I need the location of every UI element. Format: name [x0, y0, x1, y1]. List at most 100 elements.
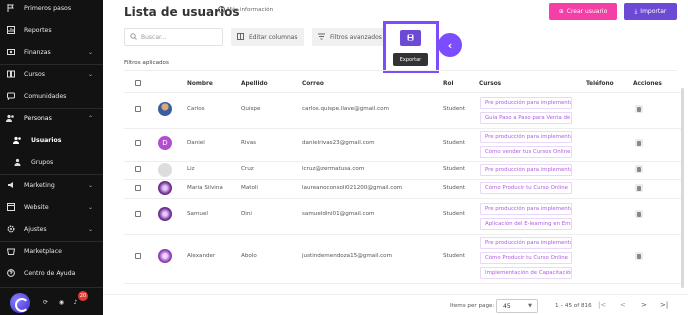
cell-rol: Student [443, 253, 466, 259]
prev-page-icon[interactable]: < [620, 301, 626, 309]
divider [0, 64, 103, 65]
chevron-down-icon: ⌄ [87, 48, 93, 56]
course-chip[interactable]: Pre producción para implementación de Cu… [480, 237, 572, 249]
refresh-icon[interactable]: ⟳ [42, 299, 49, 306]
sidebar-item-comunidades[interactable]: Comunidades [0, 88, 103, 104]
create-user-label: Crear usuario [566, 8, 608, 15]
trash-icon[interactable] [635, 252, 643, 260]
row-divider [124, 198, 684, 199]
cell-apellido: Matoli [241, 185, 258, 191]
cell-correo: danielrivas23@gmail.com [302, 140, 375, 146]
row-checkbox[interactable] [135, 253, 141, 259]
sidebar-item-label: Usuarios [31, 136, 62, 144]
sidebar-item-usuarios[interactable]: Usuarios [0, 132, 103, 148]
trash-icon[interactable] [635, 105, 643, 113]
sidebar-item-marketing[interactable]: Marketing ⌄ [0, 177, 103, 193]
import-button[interactable]: ⤓ Importar [624, 3, 677, 20]
sidebar-item-label: Centro de Ayuda [24, 269, 76, 277]
cell-correo: laureanoconsoli021200@gmail.com [302, 185, 403, 191]
location-icon[interactable]: ◉ [58, 299, 65, 306]
search-icon [130, 32, 137, 42]
sidebar-item-cursos[interactable]: Cursos ⌄ [0, 66, 103, 82]
course-chip[interactable]: Pre producción para implementación de Cu… [480, 131, 572, 143]
chart-icon [6, 26, 15, 35]
groups-icon [13, 158, 22, 167]
next-page-icon[interactable]: > [641, 301, 647, 309]
advanced-filters-button[interactable]: Filtros avanzados [312, 28, 390, 46]
row-divider [124, 234, 684, 235]
back-arrow-icon[interactable]: ‹ [438, 33, 462, 57]
course-chip[interactable]: Pre producción para implementación de Cu… [480, 203, 572, 215]
cell-nombre: Liz [187, 166, 195, 172]
row-checkbox[interactable] [135, 185, 141, 191]
avatar [158, 163, 172, 177]
divider [0, 241, 103, 242]
chevron-down-icon: ⌄ [87, 181, 93, 189]
edit-columns-button[interactable]: Editar columnas [231, 28, 304, 46]
trash-icon[interactable] [635, 139, 643, 147]
sidebar-item-reportes[interactable]: Reportes [0, 22, 103, 38]
row-checkbox[interactable] [135, 211, 141, 217]
sidebar-item-label: Ajustes [24, 225, 47, 233]
row-checkbox[interactable] [135, 106, 141, 112]
items-per-page-select[interactable]: 45 ▼ [496, 299, 538, 313]
pagination: Items per page: 45 ▼ 1 – 45 of 816 |< < … [103, 294, 688, 315]
row-checkbox[interactable] [135, 140, 141, 146]
marketplace-icon [6, 247, 15, 256]
edit-columns-label: Editar columnas [249, 33, 298, 41]
trash-icon[interactable] [635, 184, 643, 192]
sidebar-item-marketplace[interactable]: Marketplace [0, 243, 103, 259]
search-input[interactable]: Buscar... [124, 28, 223, 46]
column-header-rol[interactable]: Rol [443, 81, 453, 87]
create-user-button[interactable]: ⊕ Crear usuario [549, 3, 617, 20]
last-page-icon[interactable]: >| [660, 301, 668, 309]
sidebar-item-primeros-pasos[interactable]: Primeros pasos [0, 0, 103, 16]
avatar [158, 181, 172, 195]
items-per-page-value: 45 [503, 303, 511, 310]
course-chip[interactable]: Pre producción para implementación de Cu… [480, 97, 572, 109]
course-chip[interactable]: Cómo vender tus Cursos Online [480, 146, 572, 158]
column-header-acciones: Acciones [633, 81, 662, 87]
cell-rol: Student [443, 185, 466, 191]
column-header-telefono[interactable]: Teléfono [586, 81, 614, 87]
avatar [158, 207, 172, 221]
trash-icon[interactable] [635, 210, 643, 218]
course-chip[interactable]: Guía Paso a Paso para Venta de Cursos On… [480, 112, 572, 124]
cell-apellido: Cruz [241, 166, 254, 172]
avatar: D [158, 136, 172, 150]
column-header-nombre[interactable]: Nombre [187, 81, 213, 87]
sidebar-item-website[interactable]: Website ⌄ [0, 199, 103, 215]
trash-icon[interactable] [635, 165, 643, 173]
column-header-apellido[interactable]: Apellido [241, 81, 268, 87]
bell-icon[interactable]: ♪ [72, 299, 79, 306]
select-all-checkbox[interactable] [135, 80, 141, 86]
sidebar-item-personas[interactable]: Personas ⌃ [0, 110, 103, 126]
course-chip[interactable]: Cómo Producir tu Curso Online [480, 182, 572, 194]
divider [124, 70, 677, 71]
sidebar-item-centro-de-ayuda[interactable]: Centro de Ayuda [0, 265, 103, 281]
sidebar-item-finanzas[interactable]: Finanzas ⌄ [0, 44, 103, 60]
more-info-link[interactable]: ? Más información [218, 6, 273, 13]
course-chip[interactable]: Implementación de Capacitación Online [480, 267, 572, 279]
sidebar-item-label: Marketing [24, 181, 55, 189]
table-scrollbar[interactable] [681, 88, 684, 288]
main-content: Lista de usuarios ? Más información ⊕ Cr… [103, 0, 688, 315]
sidebar-item-label: Grupos [31, 158, 54, 166]
sidebar-item-ajustes[interactable]: Ajustes ⌄ [0, 221, 103, 237]
course-chip[interactable]: Aplicación del E-learning en Empresas [480, 218, 572, 230]
community-icon [6, 92, 15, 101]
export-button[interactable] [400, 30, 421, 46]
chevron-down-icon: ⌄ [87, 225, 93, 233]
column-header-correo[interactable]: Correo [302, 81, 324, 87]
sidebar-item-grupos[interactable]: Grupos [0, 154, 103, 170]
column-header-cursos[interactable]: Cursos [479, 81, 501, 87]
course-chip[interactable]: Cómo Producir tu Curso Online [480, 252, 572, 264]
app-logo[interactable] [10, 293, 30, 313]
finance-icon [6, 48, 15, 57]
divider [0, 108, 103, 109]
first-page-icon[interactable]: |< [598, 301, 606, 309]
course-chip[interactable]: Pre producción para implementación de Cu… [480, 164, 572, 176]
row-checkbox[interactable] [135, 166, 141, 172]
help-circle-icon: ? [218, 6, 225, 13]
sidebar-item-label: Reportes [24, 26, 52, 34]
